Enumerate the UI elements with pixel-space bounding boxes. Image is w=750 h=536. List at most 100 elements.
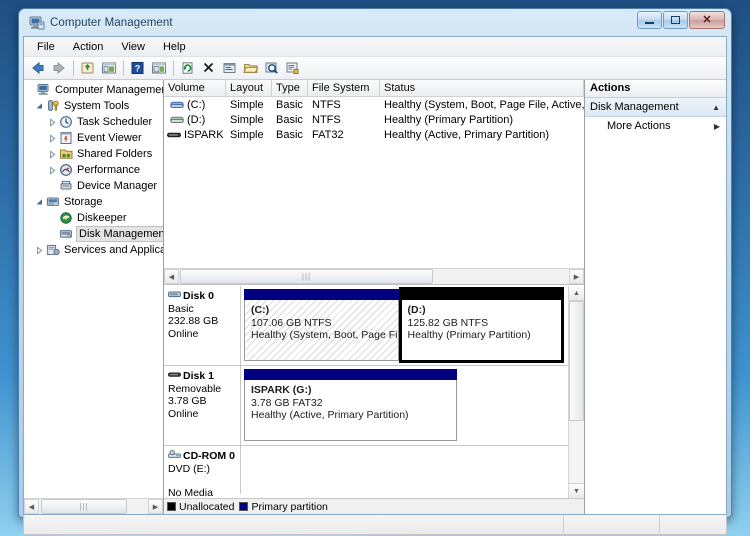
sidebar-item-diskeeper[interactable]: Diskeeper (24, 210, 163, 226)
forward-icon[interactable] (49, 58, 69, 78)
partition-capacity-bar (244, 289, 399, 300)
action-more-actions[interactable]: More Actions ▶ (585, 117, 726, 135)
table-row[interactable]: ISPARK (G:) Simple Basic FAT32 Healthy (… (164, 127, 584, 142)
column-header-layout[interactable]: Layout (226, 80, 272, 96)
disk-state: No Media (168, 487, 213, 498)
partition-d[interactable]: (D:) 125.82 GB NTFS Healthy (Primary Par… (398, 287, 564, 363)
column-header-file-system[interactable]: File System (308, 80, 380, 96)
sidebar-item-disk-management[interactable]: Disk Management (24, 226, 163, 242)
scroll-track[interactable] (569, 301, 584, 483)
cell-status: Healthy (Primary Partition) (384, 113, 513, 126)
tree-twisty-collapsed[interactable] (46, 133, 59, 143)
tree-twisty-collapsed[interactable] (46, 149, 59, 159)
scroll-up-arrow[interactable]: ▲ (569, 286, 584, 301)
scroll-track[interactable]: ||| (179, 269, 569, 284)
partition-c[interactable]: (C:) 107.06 GB NTFS Healthy (System, Boo… (244, 289, 399, 361)
scroll-thumb[interactable]: ||| (41, 499, 127, 514)
window-titlebar[interactable]: Computer Management ✕ (23, 9, 727, 36)
menu-help[interactable]: Help (155, 39, 194, 55)
report-icon[interactable] (283, 58, 303, 78)
actions-group-disk-management[interactable]: Disk Management ▲ (585, 98, 726, 117)
minimize-button[interactable] (637, 11, 662, 29)
help-icon[interactable]: ? (128, 58, 148, 78)
cell-type: Basic (276, 113, 303, 126)
services-icon (46, 243, 62, 258)
clock-icon (59, 115, 75, 130)
sidebar-item-event-viewer[interactable]: Event Viewer (24, 130, 163, 146)
tree-twisty-expanded[interactable] (33, 198, 46, 207)
cell-volume: ISPARK (G:) (184, 128, 226, 141)
show-hide-console-tree-icon[interactable] (99, 58, 119, 78)
tree-twisty-collapsed[interactable] (46, 117, 59, 127)
tree-twisty-collapsed[interactable] (46, 165, 59, 175)
maximize-button[interactable] (663, 11, 688, 29)
menu-action[interactable]: Action (65, 39, 112, 55)
window-title: Computer Management (50, 16, 173, 29)
sidebar-item-device-manager[interactable]: Device Manager (24, 178, 163, 194)
show-hide-action-pane-icon[interactable] (149, 58, 169, 78)
sidebar-item-system-tools[interactable]: System Tools (24, 98, 163, 114)
removable-disk-icon (167, 130, 181, 140)
scroll-right-arrow[interactable]: ▶ (148, 499, 163, 514)
storage-icon (46, 195, 62, 210)
toolbar-separator (173, 60, 174, 76)
sidebar-label: Storage (64, 196, 103, 208)
cell-type: Basic (276, 128, 303, 141)
sidebar-label: Diskeeper (77, 212, 127, 224)
sidebar-item-performance[interactable]: Performance (24, 162, 163, 178)
partition-empty-area (459, 369, 566, 441)
disk-info: Disk 0 Basic 232.88 GB Online (164, 286, 241, 365)
scroll-thumb[interactable] (569, 301, 584, 421)
cell-status: Healthy (Active, Primary Partition) (384, 128, 550, 141)
menu-file[interactable]: File (29, 39, 63, 55)
table-row[interactable]: (D:) Simple Basic NTFS Healthy (Primary … (164, 112, 584, 127)
disk-row[interactable]: Disk 1 Removable 3.78 GB Online ISPARK (… (164, 366, 568, 446)
disk-scroll-area: Disk 0 Basic 232.88 GB Online (C:) 107.0… (164, 286, 568, 498)
disk-view-vertical-scrollbar[interactable]: ▲ ▼ (568, 286, 584, 498)
disk-state: Online (168, 327, 199, 340)
delete-icon[interactable] (199, 58, 219, 78)
chevron-up-icon[interactable]: ▲ (712, 103, 720, 112)
cell-volume: (C:) (187, 98, 206, 111)
volume-list-horizontal-scrollbar[interactable]: ◀ ||| ▶ (164, 268, 584, 284)
partition-ispark-g[interactable]: ISPARK (G:) 3.78 GB FAT32 Healthy (Activ… (244, 369, 457, 441)
scroll-track[interactable]: ||| (39, 499, 148, 514)
disk-row[interactable]: CD-ROM 0 DVD (E:) No Media (164, 446, 568, 498)
sidebar-label: Event Viewer (77, 132, 142, 144)
scroll-right-arrow[interactable]: ▶ (569, 269, 584, 284)
table-row[interactable]: (C:) Simple Basic NTFS Healthy (System, … (164, 97, 584, 112)
column-header-volume[interactable]: Volume (164, 80, 226, 96)
disk-management-pane: Volume Layout Type File System Status (C… (164, 80, 584, 514)
scroll-thumb[interactable]: ||| (180, 269, 433, 284)
open-folder-icon[interactable] (241, 58, 261, 78)
tree-horizontal-scrollbar[interactable]: ◀ ||| ▶ (24, 498, 163, 514)
scroll-down-arrow[interactable]: ▼ (569, 483, 584, 498)
sidebar-item-shared-folders[interactable]: Shared Folders (24, 146, 163, 162)
statusbar-segment-2 (564, 514, 660, 535)
refresh-icon[interactable] (178, 58, 198, 78)
search-icon[interactable] (262, 58, 282, 78)
tree-root[interactable]: Computer Management (Local (24, 82, 163, 98)
column-header-status[interactable]: Status (380, 80, 584, 96)
sidebar-item-services-and-applications[interactable]: Services and Applications (24, 242, 163, 258)
partition-name: (D:) (407, 304, 426, 316)
chevron-right-icon[interactable]: ▶ (714, 122, 720, 131)
tree-twisty-collapsed[interactable] (33, 245, 46, 255)
sidebar-item-task-scheduler[interactable]: Task Scheduler (24, 114, 163, 130)
back-icon[interactable] (28, 58, 48, 78)
toolbar: ? (24, 57, 726, 80)
partition-details: ISPARK (G:) 3.78 GB FAT32 Healthy (Activ… (244, 380, 457, 441)
scroll-left-arrow[interactable]: ◀ (24, 499, 39, 514)
column-header-type[interactable]: Type (272, 80, 308, 96)
disk-row[interactable]: Disk 0 Basic 232.88 GB Online (C:) 107.0… (164, 286, 568, 366)
tree-twisty-expanded[interactable] (33, 102, 46, 111)
partition-status: Healthy (Active, Primary Partition) (251, 409, 409, 421)
properties-icon[interactable] (220, 58, 240, 78)
menu-view[interactable]: View (113, 39, 153, 55)
close-button[interactable]: ✕ (689, 11, 725, 29)
scroll-left-arrow[interactable]: ◀ (164, 269, 179, 284)
up-one-level-icon[interactable] (78, 58, 98, 78)
disk-icon (168, 290, 181, 303)
sidebar-item-storage[interactable]: Storage (24, 194, 163, 210)
svg-text:?: ? (135, 63, 141, 73)
